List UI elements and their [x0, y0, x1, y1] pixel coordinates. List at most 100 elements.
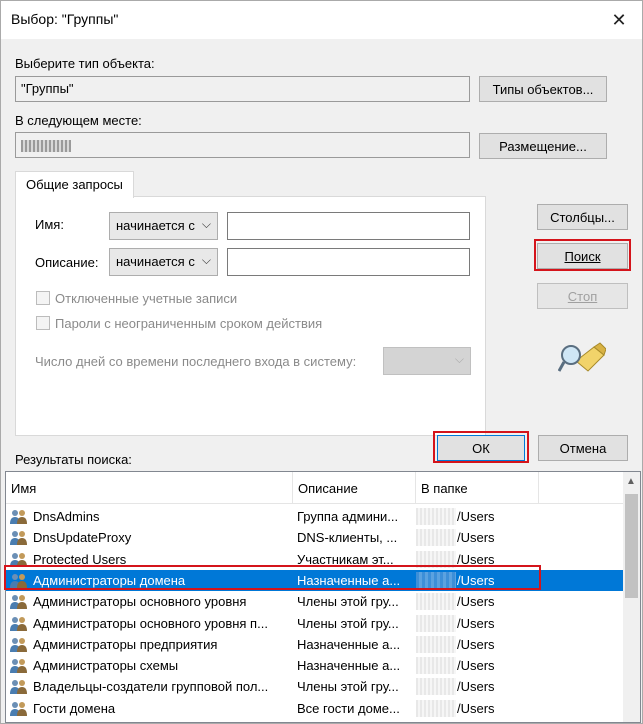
no-expire-password-checkbox[interactable]	[36, 316, 50, 330]
chevron-down-icon: ⌵	[201, 253, 211, 267]
location-field	[15, 132, 470, 158]
name-mode-select[interactable]: начинается с ⌵	[109, 212, 218, 240]
object-type-field: "Группы"	[15, 76, 470, 102]
row-description: Группа админи...	[297, 509, 399, 524]
row-name: DnsUpdateProxy	[33, 530, 132, 546]
row-folder-redacted	[416, 699, 456, 717]
name-input[interactable]	[227, 212, 470, 240]
row-name: Администраторы основного уровня п...	[33, 615, 268, 631]
search-flashlight-icon	[558, 342, 606, 372]
group-icon	[10, 595, 27, 610]
object-types-button-label: Типы объектов...	[492, 81, 594, 97]
days-since-logon-label: Число дней со времени последнего входа в…	[35, 354, 357, 369]
row-folder: /Users	[457, 615, 495, 631]
location-value-redacted	[21, 140, 71, 152]
results-label: Результаты поиска:	[15, 452, 132, 467]
object-types-button[interactable]: Типы объектов...	[479, 76, 607, 102]
row-description: Назначенные а...	[297, 636, 401, 652]
group-icon	[10, 659, 27, 674]
search-button-label: Поиск	[564, 248, 601, 264]
column-header-name[interactable]: Имя	[6, 472, 293, 504]
description-mode-value: начинается с	[116, 254, 195, 269]
description-label: Описание:	[35, 255, 99, 270]
scroll-up-arrow-icon[interactable]: ▲	[626, 476, 636, 487]
days-since-logon-select[interactable]: ⌵	[383, 347, 471, 375]
tab-common-queries[interactable]: Общие запросы	[15, 171, 134, 198]
table-row[interactable]: Владельцы-создатели групповой пол... Член…	[6, 676, 623, 697]
row-name: Гости домена	[33, 700, 116, 716]
title-bar: Выбор: "Группы" ✕	[1, 1, 642, 39]
row-name: Администраторы предприятия	[33, 636, 218, 652]
select-groups-dialog: Выбор: "Группы" ✕ Выберите тип объекта: …	[0, 0, 643, 724]
row-folder-redacted	[416, 657, 456, 675]
description-mode-select[interactable]: начинается с ⌵	[109, 248, 218, 276]
group-icon	[10, 616, 27, 631]
row-description: Члены этой гру...	[297, 615, 399, 631]
row-folder-redacted	[416, 593, 456, 611]
ok-button-label: ОК	[472, 440, 490, 456]
locations-button-label: Размещение...	[499, 138, 587, 154]
cancel-button-label: Отмена	[559, 440, 607, 456]
row-description: Члены этой гру...	[297, 679, 399, 695]
table-row[interactable]: Гости домена Все гости доме... /Users	[6, 698, 623, 719]
no-expire-password-label: Пароли с неограниченным сроком действия	[55, 316, 323, 331]
close-icon: ✕	[611, 9, 627, 30]
name-mode-value: начинается с	[116, 218, 195, 233]
row-folder: /Users	[457, 658, 495, 674]
chevron-down-icon: ⌵	[201, 217, 211, 231]
group-icon	[10, 637, 27, 652]
stop-button[interactable]: Стоп	[537, 283, 628, 309]
table-row[interactable]: Администраторы схемы Назначенные а... /Use…	[6, 655, 623, 676]
row-folder: /Users	[457, 679, 495, 695]
vertical-scrollbar[interactable]: ▲	[623, 472, 640, 722]
search-results-list[interactable]: Имя Описание В папке DnsAdmins Группа адм…	[5, 471, 641, 723]
disabled-accounts-checkbox[interactable]	[36, 291, 50, 305]
table-row[interactable]: DnsAdmins Группа админи... /Users	[6, 506, 623, 527]
scrollbar-thumb[interactable]	[625, 494, 638, 598]
row-description: Все гости доме...	[297, 700, 400, 716]
chevron-down-icon: ⌵	[454, 352, 464, 366]
search-button[interactable]: Поиск	[537, 243, 628, 269]
name-label: Имя:	[35, 217, 64, 232]
row-description: Назначенные а...	[297, 658, 401, 674]
row-name: Администраторы основного уровня	[33, 594, 247, 610]
row-description: DNS-клиенты, ...	[297, 530, 398, 546]
object-type-label: Выберите тип объекта:	[15, 56, 155, 71]
group-icon	[10, 531, 27, 546]
close-button[interactable]: ✕	[596, 1, 642, 39]
stop-button-label: Стоп	[567, 288, 598, 304]
row-folder: /Users	[457, 636, 495, 652]
group-icon	[10, 680, 27, 695]
row-folder-redacted	[416, 635, 456, 653]
row-folder: /Users	[457, 700, 495, 716]
table-row[interactable]: Администраторы основного уровня п... Член…	[6, 613, 623, 634]
table-row[interactable]: Администраторы предприятия Назначенные а.…	[6, 634, 623, 655]
disabled-accounts-label: Отключенные учетные записи	[55, 291, 238, 306]
row-folder-redacted	[416, 529, 456, 547]
group-icon	[10, 510, 27, 524]
window-title: Выбор: "Группы"	[11, 11, 119, 27]
row-folder: /Users	[457, 530, 495, 546]
locations-button[interactable]: Размещение...	[479, 133, 607, 159]
row-folder-redacted	[416, 678, 456, 696]
row-folder: /Users	[457, 509, 495, 524]
table-row[interactable]: Администраторы основного уровня Члены это…	[6, 591, 623, 612]
results-header: Имя Описание В папке	[6, 472, 623, 504]
row-name: Владельцы-создатели групповой пол...	[33, 679, 269, 695]
selected-row-highlight	[4, 565, 541, 590]
row-folder: /Users	[457, 594, 495, 610]
row-description: Члены этой гру...	[297, 594, 399, 610]
ok-button[interactable]: ОК	[437, 435, 525, 461]
columns-button[interactable]: Столбцы...	[537, 204, 628, 230]
row-folder-redacted	[416, 508, 456, 525]
location-label: В следующем месте:	[15, 113, 142, 128]
tab-common-queries-label: Общие запросы	[26, 177, 123, 192]
column-header-description[interactable]: Описание	[293, 472, 416, 504]
columns-button-label: Столбцы...	[550, 209, 615, 225]
row-name: DnsAdmins	[33, 509, 100, 524]
description-input[interactable]	[227, 248, 470, 276]
table-row[interactable]: DnsUpdateProxy DNS-клиенты, ... /Users	[6, 527, 623, 548]
cancel-button[interactable]: Отмена	[538, 435, 628, 461]
row-name: Администраторы схемы	[33, 658, 179, 674]
column-header-folder[interactable]: В папке	[416, 472, 539, 504]
